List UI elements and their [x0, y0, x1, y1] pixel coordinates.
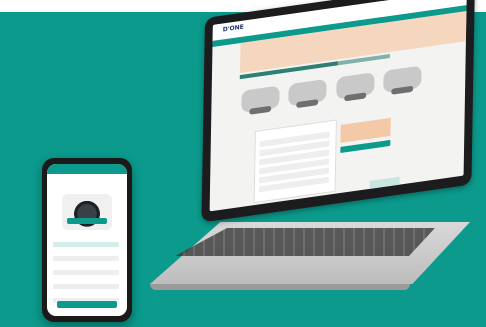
machine-option[interactable]	[335, 72, 375, 101]
machine-image-stripe	[67, 218, 107, 224]
phone-field[interactable]	[53, 256, 119, 261]
site-logo[interactable]: D'ONE	[223, 24, 244, 34]
machine-image	[62, 194, 112, 230]
site-footer-note	[369, 176, 400, 191]
site-callout	[340, 117, 391, 143]
site-form	[253, 119, 337, 204]
machine-option-label	[289, 103, 327, 108]
phone-field[interactable]	[53, 270, 119, 275]
machine-option-label	[241, 110, 279, 115]
website-display: D'ONE ● ● ●	[209, 0, 467, 212]
machine-option-label	[383, 90, 421, 95]
machine-option[interactable]	[383, 65, 422, 95]
site-nav-icons[interactable]: ● ● ●	[442, 0, 458, 2]
phone-screen	[47, 164, 127, 316]
phone-topbar	[47, 164, 127, 174]
laptop-front-edge	[150, 284, 410, 290]
phone-field[interactable]	[53, 242, 119, 247]
machine-option[interactable]	[241, 85, 280, 115]
laptop-bezel: D'ONE ● ● ●	[201, 0, 475, 223]
machine-option-label	[336, 96, 374, 101]
phone-cta-button[interactable]	[57, 301, 117, 308]
machine-option[interactable]	[288, 78, 327, 108]
laptop-screen: D'ONE ● ● ●	[201, 0, 475, 223]
phone-device	[42, 158, 132, 322]
phone-field[interactable]	[53, 284, 119, 289]
